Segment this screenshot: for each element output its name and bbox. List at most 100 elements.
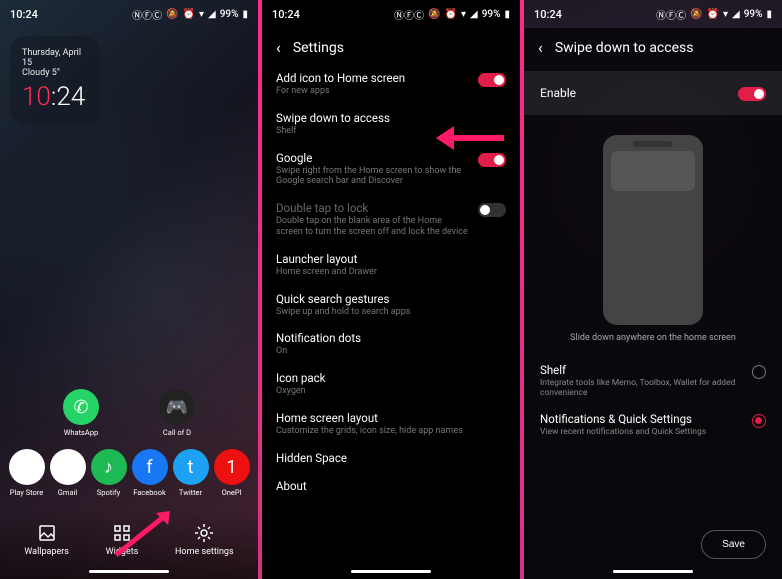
phone-illustration	[603, 135, 703, 325]
app-facebook[interactable]: fFacebook	[129, 449, 170, 497]
app-play-store[interactable]: ▶ Play Store	[6, 449, 47, 497]
settings-row[interactable]: Quick search gesturesSwipe up and hold t…	[276, 292, 506, 318]
row-title: Double tap to lock	[276, 201, 470, 215]
row-title: Add icon to Home screen	[276, 71, 470, 85]
app-label: WhatsApp	[64, 428, 99, 437]
option-title: Shelf	[540, 363, 742, 377]
status-time: 10:24	[272, 8, 300, 21]
app-whatsapp[interactable]: ✆ WhatsApp	[58, 389, 104, 437]
annotation-arrow	[108, 503, 188, 567]
enable-label: Enable	[540, 86, 576, 100]
row-subtitle: On	[276, 346, 506, 357]
settings-row[interactable]: Double tap to lockDouble tap on the blan…	[276, 201, 506, 238]
status-bar: 10:24 ⓃⒻⒸ🔕⏰▾◢99%▮	[524, 0, 782, 28]
option-subtitle: Integrate tools like Memo, Toolbox, Wall…	[540, 378, 742, 398]
status-icons: ⓃⒻⒸ🔕⏰▾◢99%▮	[394, 7, 510, 22]
row-title: Launcher layout	[276, 252, 506, 266]
page-title: Swipe down to access	[555, 40, 694, 56]
row-subtitle: Swipe up and hold to search apps	[276, 307, 506, 318]
app-icon: 🎮	[159, 389, 195, 425]
battery-icon: ▮	[242, 9, 248, 20]
radio-button[interactable]	[752, 414, 766, 428]
status-time: 10:24	[10, 8, 38, 21]
page-title: Settings	[293, 40, 344, 56]
option-title: Notifications & Quick Settings	[540, 412, 742, 426]
app-label: Play Store	[10, 488, 44, 497]
option-subtitle: View recent notifications and Quick Sett…	[540, 427, 742, 437]
widget-weather: Cloudy 5°	[22, 68, 88, 78]
option-row[interactable]: Notifications & Quick SettingsView recen…	[540, 412, 766, 437]
app-twitter[interactable]: tTwitter	[170, 449, 211, 497]
app-icon: M	[50, 449, 86, 485]
app-label: Spotify	[97, 488, 120, 497]
row-title: Icon pack	[276, 371, 506, 385]
row-subtitle: Home screen and Drawer	[276, 267, 506, 278]
wallpaper-icon	[37, 523, 57, 543]
row-subtitle: Customize the grids, icon size, hide app…	[276, 426, 506, 437]
nav-bar-pill[interactable]	[89, 570, 169, 573]
options-list: ShelfIntegrate tools like Memo, Toolbox,…	[524, 363, 782, 438]
app-icon: ✆	[63, 389, 99, 425]
illustration-caption: Slide down anywhere on the home screen	[524, 333, 782, 343]
nav-bar-pill[interactable]	[351, 570, 431, 573]
settings-row[interactable]: About	[276, 479, 506, 493]
app-icon: 1	[214, 449, 250, 485]
widget-date: Thursday, April 15	[22, 48, 88, 68]
status-bar: 10:24 ⓃⒻⒸ🔕⏰▾◢99%▮	[262, 0, 520, 28]
settings-row[interactable]: Notification dotsOn	[276, 331, 506, 357]
app-gmail[interactable]: M Gmail	[47, 449, 88, 497]
back-icon[interactable]: ‹	[276, 38, 281, 57]
row-title: Home screen layout	[276, 411, 506, 425]
clock-weather-widget[interactable]: Thursday, April 15 Cloudy 5° 10:24	[10, 36, 100, 124]
back-icon[interactable]: ‹	[538, 38, 543, 57]
phone-home-screen: 10:24 ⓃⒻⒸ🔕⏰▾◢ 99%▮ Thursday, April 15 Cl…	[0, 0, 258, 579]
settings-row[interactable]: Launcher layoutHome screen and Drawer	[276, 252, 506, 278]
app-label: Call of D	[163, 428, 191, 437]
toggle[interactable]	[478, 73, 506, 87]
row-subtitle: For new apps	[276, 86, 470, 97]
enable-toggle[interactable]	[738, 87, 766, 101]
row-title: Hidden Space	[276, 451, 506, 465]
menu-wallpapers[interactable]: Wallpapers	[24, 523, 69, 557]
app-icon: ♪	[91, 449, 127, 485]
settings-row[interactable]: Home screen layoutCustomize the grids, i…	[276, 411, 506, 437]
alarm-icon: ⏰	[183, 9, 195, 20]
nav-bar-pill[interactable]	[613, 570, 693, 573]
settings-row[interactable]: Icon packOxygen	[276, 371, 506, 397]
phone-settings-list: 10:24 ⓃⒻⒸ🔕⏰▾◢99%▮ ‹ Settings Add icon to…	[262, 0, 520, 579]
row-subtitle: Oxygen	[276, 386, 506, 397]
row-title: About	[276, 479, 506, 493]
status-bar: 10:24 ⓃⒻⒸ🔕⏰▾◢ 99%▮	[0, 0, 258, 28]
row-subtitle: Double tap on the blank area of the Home…	[276, 216, 470, 238]
header: ‹ Swipe down to access	[524, 28, 782, 71]
app-grid: ✆ WhatsApp 🎮 Call of D ▶ Play Store M Gmail ♪ Sp…	[0, 389, 258, 509]
app-label: Facebook	[133, 488, 166, 497]
app-label: Twitter	[179, 488, 202, 497]
annotation-arrow	[430, 118, 510, 162]
widget-clock: 10:24	[22, 82, 88, 112]
app-icon: ▶	[9, 449, 45, 485]
app-call-of-d[interactable]: 🎮 Call of D	[154, 389, 200, 437]
toggle[interactable]	[478, 203, 506, 217]
status-icons: ⓃⒻⒸ🔕⏰▾◢99%▮	[656, 7, 772, 22]
wifi-icon: ▾	[199, 9, 204, 20]
row-title: Quick search gestures	[276, 292, 506, 306]
status-time: 10:24	[534, 8, 562, 21]
radio-button[interactable]	[752, 365, 766, 379]
nfc-icon: ⓃⒻⒸ	[132, 7, 162, 22]
app-onepl[interactable]: 1 OnePl	[211, 449, 252, 497]
row-title: Notification dots	[276, 331, 506, 345]
phone-swipe-down-setting: 10:24 ⓃⒻⒸ🔕⏰▾◢99%▮ ‹ Swipe down to access…	[524, 0, 782, 579]
row-subtitle: Swipe right from the Home screen to show…	[276, 166, 470, 188]
settings-row[interactable]: Hidden Space	[276, 451, 506, 465]
app-spotify[interactable]: ♪ Spotify	[88, 449, 129, 497]
save-button[interactable]: Save	[701, 530, 766, 559]
settings-row[interactable]: Add icon to Home screenFor new apps	[276, 71, 506, 97]
app-label: OnePl	[222, 488, 242, 497]
battery-text: 99%	[220, 9, 239, 20]
status-icons: ⓃⒻⒸ🔕⏰▾◢ 99%▮	[132, 7, 248, 22]
app-label: Gmail	[58, 488, 77, 497]
option-row[interactable]: ShelfIntegrate tools like Memo, Toolbox,…	[540, 363, 766, 398]
menu-label: Wallpapers	[24, 547, 69, 557]
enable-row[interactable]: Enable	[524, 71, 782, 115]
